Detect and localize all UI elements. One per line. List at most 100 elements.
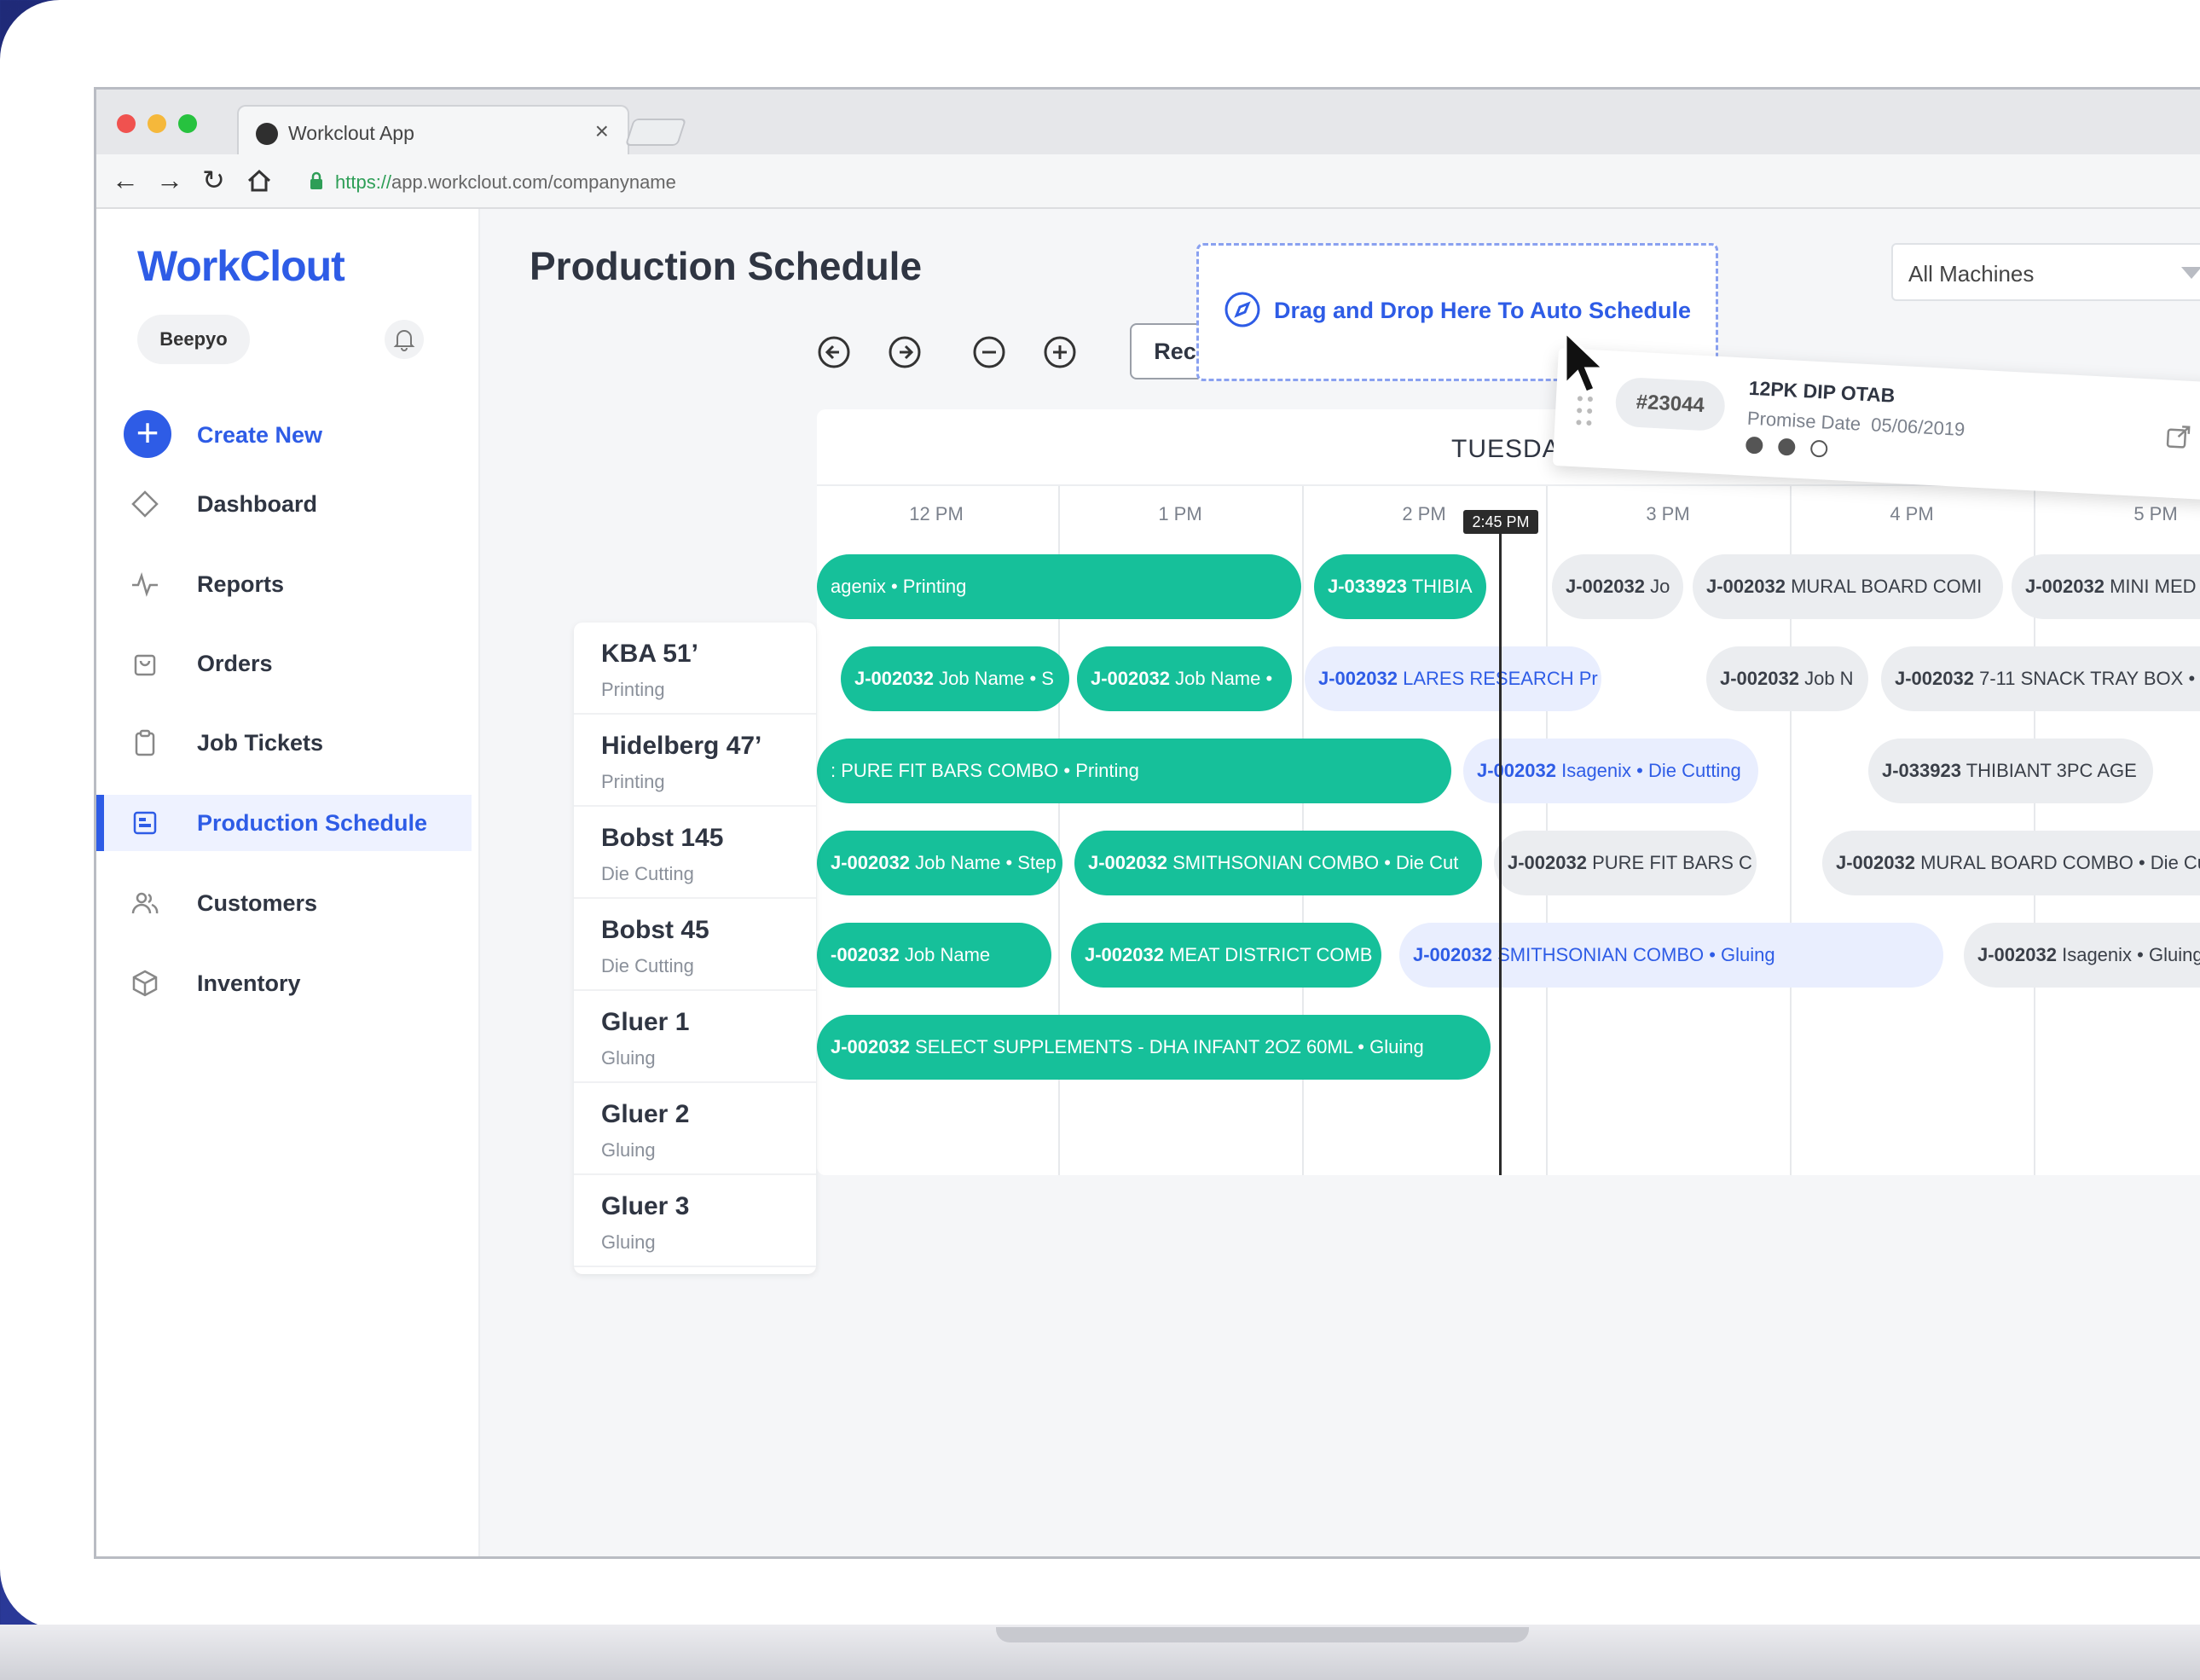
dropzone-text: Drag and Drop Here To Auto Schedule	[1274, 298, 1692, 323]
sidebar-item-label: Dashboard	[197, 491, 318, 517]
job-id: J-002032	[1720, 668, 1799, 689]
shopping-bag-icon	[134, 654, 156, 676]
job-bar[interactable]: J-002032 SELECT SUPPLEMENTS - DHA INFANT…	[817, 1015, 1491, 1080]
machine-row[interactable]: KBA 51’ Printing	[574, 623, 816, 715]
url-field[interactable]: https://app.workclout.com/companyname	[335, 171, 676, 194]
job-bar[interactable]: J-002032 Job Name • Step	[817, 831, 1062, 895]
browser-tab[interactable]: Workclout App ×	[237, 105, 629, 154]
window-close-dot[interactable]	[117, 114, 136, 133]
sidebar-item-inventory[interactable]: Inventory	[96, 955, 472, 1011]
workclout-logo[interactable]: WorkClout	[137, 241, 345, 291]
timeline-panel: TUESDAY, JANUARY 8TH 2019 12 PM1 PM2 PM3…	[817, 409, 2200, 1175]
back-arrow-icon[interactable]: ←	[112, 166, 139, 194]
sidebar-item-reports[interactable]: Reports	[96, 556, 472, 612]
job-id: J-002032	[1088, 852, 1167, 873]
zoom-out-icon[interactable]	[972, 335, 1006, 369]
job-bar[interactable]: J-002032 MURAL BOARD COMBO • Die Cutting	[1822, 831, 2200, 895]
window-maximize-dot[interactable]	[178, 114, 197, 133]
job-id: J-002032	[1836, 852, 1915, 873]
job-bar[interactable]: J-002032 Isagenix • Die Cutting	[1463, 739, 1758, 803]
job-desc: Job N	[1798, 668, 1854, 689]
job-bar[interactable]: J-002032 Job Name •	[1077, 646, 1292, 711]
reload-icon[interactable]: ↻	[202, 166, 225, 194]
job-bar[interactable]: J-033923 THIBIA	[1314, 554, 1486, 619]
job-desc: Job Name • Step	[909, 852, 1057, 873]
notification-bell-icon[interactable]	[385, 320, 424, 359]
job-bar[interactable]: -002032 Job Name	[817, 923, 1051, 988]
machine-name: Bobst 145	[601, 824, 724, 852]
machine-row[interactable]: Bobst 145 Die Cutting	[574, 807, 816, 899]
progress-dot-filled	[1745, 436, 1763, 455]
progress-dot-empty	[1809, 439, 1828, 458]
window-minimize-dot[interactable]	[148, 114, 166, 133]
machine-name: KBA 51’	[601, 640, 698, 668]
browser-window: Workclout App × ← → ↻ https://app.workcl…	[94, 87, 2200, 1559]
sidebar-item-dashboard[interactable]: Dashboard	[96, 476, 472, 532]
job-bar[interactable]: : PURE FIT BARS COMBO • Printing	[817, 739, 1451, 803]
home-icon[interactable]	[246, 168, 272, 194]
sidebar-item-production-schedule[interactable]: Production Schedule	[96, 795, 472, 851]
job-bar[interactable]: J-033923 THIBIANT 3PC AGE	[1868, 739, 2153, 803]
machine-row[interactable]: Gluer 2 Gluing	[574, 1083, 816, 1175]
url-scheme: https://	[335, 171, 392, 193]
job-bar[interactable]: J-002032 MEAT DISTRICT COMB	[1071, 923, 1381, 988]
job-bar[interactable]: J-002032 7-11 SNACK TRAY BOX • Printing	[1881, 646, 2200, 711]
hour-label: 3 PM	[1646, 503, 1690, 524]
machine-process: Die Cutting	[601, 955, 694, 976]
machine-row[interactable]: Gluer 1 Gluing	[574, 991, 816, 1083]
new-tab-button[interactable]	[624, 119, 687, 146]
machine-name: Bobst 45	[601, 916, 709, 944]
browser-tab-bar: Workclout App ×	[96, 90, 2200, 154]
address-bar: ← → ↻ https://app.workclout.com/companyn…	[96, 154, 2200, 209]
job-desc: MURAL BOARD COMBO • Die Cutting	[1920, 852, 2200, 873]
job-desc: THIBIANT 3PC AGE	[1960, 760, 2137, 781]
chevron-down-icon	[2181, 267, 2200, 279]
zoom-in-icon[interactable]	[1043, 335, 1077, 369]
machine-row[interactable]: Hidelberg 47’ Printing	[574, 715, 816, 807]
machine-process: Gluing	[601, 1231, 656, 1253]
job-bar[interactable]: J-002032 Isagenix • Gluing	[1964, 923, 2200, 988]
machine-filter-select[interactable]: All Machines	[1891, 243, 2200, 301]
job-bar[interactable]: J-002032 SMITHSONIAN COMBO • Gluing	[1399, 923, 1943, 988]
scroll-left-icon[interactable]	[817, 335, 851, 369]
sidebar-item-label: Reports	[197, 571, 285, 597]
job-bar[interactable]: J-002032 Job N	[1706, 646, 1868, 711]
job-bar[interactable]: J-002032 PURE FIT BARS C	[1494, 831, 1757, 895]
job-bar[interactable]: J-002032 Job Name • S	[841, 646, 1069, 711]
promise-date: Promise Date 05/06/2019	[1746, 408, 1966, 441]
hour-label: 12 PM	[909, 503, 964, 524]
tab-close-icon[interactable]: ×	[595, 118, 609, 145]
job-bar[interactable]: J-002032 SMITHSONIAN COMBO • Die Cut	[1074, 831, 1482, 895]
job-bar[interactable]: J-002032 Jo	[1552, 554, 1683, 619]
forward-arrow-icon[interactable]: →	[156, 166, 183, 194]
job-bar[interactable]: agenix • Printing	[817, 554, 1301, 619]
machine-filter-value: All Machines	[1908, 261, 2035, 287]
job-desc: Isagenix • Die Cutting	[1555, 760, 1741, 781]
job-bar[interactable]: J-002032 LARES RESEARCH Pr	[1305, 646, 1601, 711]
job-bar[interactable]: J-002032 MINI MED INSE	[2012, 554, 2200, 619]
clipboard-icon	[135, 729, 155, 756]
job-desc: SMITHSONIAN COMBO • Die Cut	[1167, 852, 1459, 873]
machine-process: Gluing	[601, 1139, 656, 1161]
mouse-cursor-icon	[1564, 331, 1607, 394]
job-bar[interactable]: J-002032 MURAL BOARD COMI	[1693, 554, 2003, 619]
machine-process: Die Cutting	[601, 863, 694, 884]
machine-row[interactable]: Gluer 3 Gluing	[574, 1175, 816, 1267]
sidebar-item-orders[interactable]: Orders	[96, 635, 472, 692]
current-time-line	[1499, 512, 1502, 1175]
scroll-right-icon[interactable]	[888, 335, 922, 369]
sidebar-item-customers[interactable]: Customers	[96, 875, 472, 931]
job-desc: : PURE FIT BARS COMBO • Printing	[831, 760, 1139, 781]
job-id: J-002032	[1895, 668, 1974, 689]
sidebar-item-job-tickets[interactable]: Job Tickets	[96, 715, 472, 771]
laptop-notch	[996, 1627, 1529, 1642]
user-badge[interactable]: Beepyo	[137, 315, 250, 364]
favicon-icon	[256, 123, 278, 145]
job-desc: agenix • Printing	[831, 576, 967, 597]
schedule-board-icon	[133, 811, 157, 835]
external-link-icon[interactable]	[2164, 422, 2193, 451]
job-desc: LARES RESEARCH Pr	[1397, 668, 1598, 689]
machine-row[interactable]: Bobst 45 Die Cutting	[574, 899, 816, 991]
job-desc: 7-11 SNACK TRAY BOX • Printing	[1979, 668, 2200, 689]
job-id: J-002032	[1318, 668, 1398, 689]
